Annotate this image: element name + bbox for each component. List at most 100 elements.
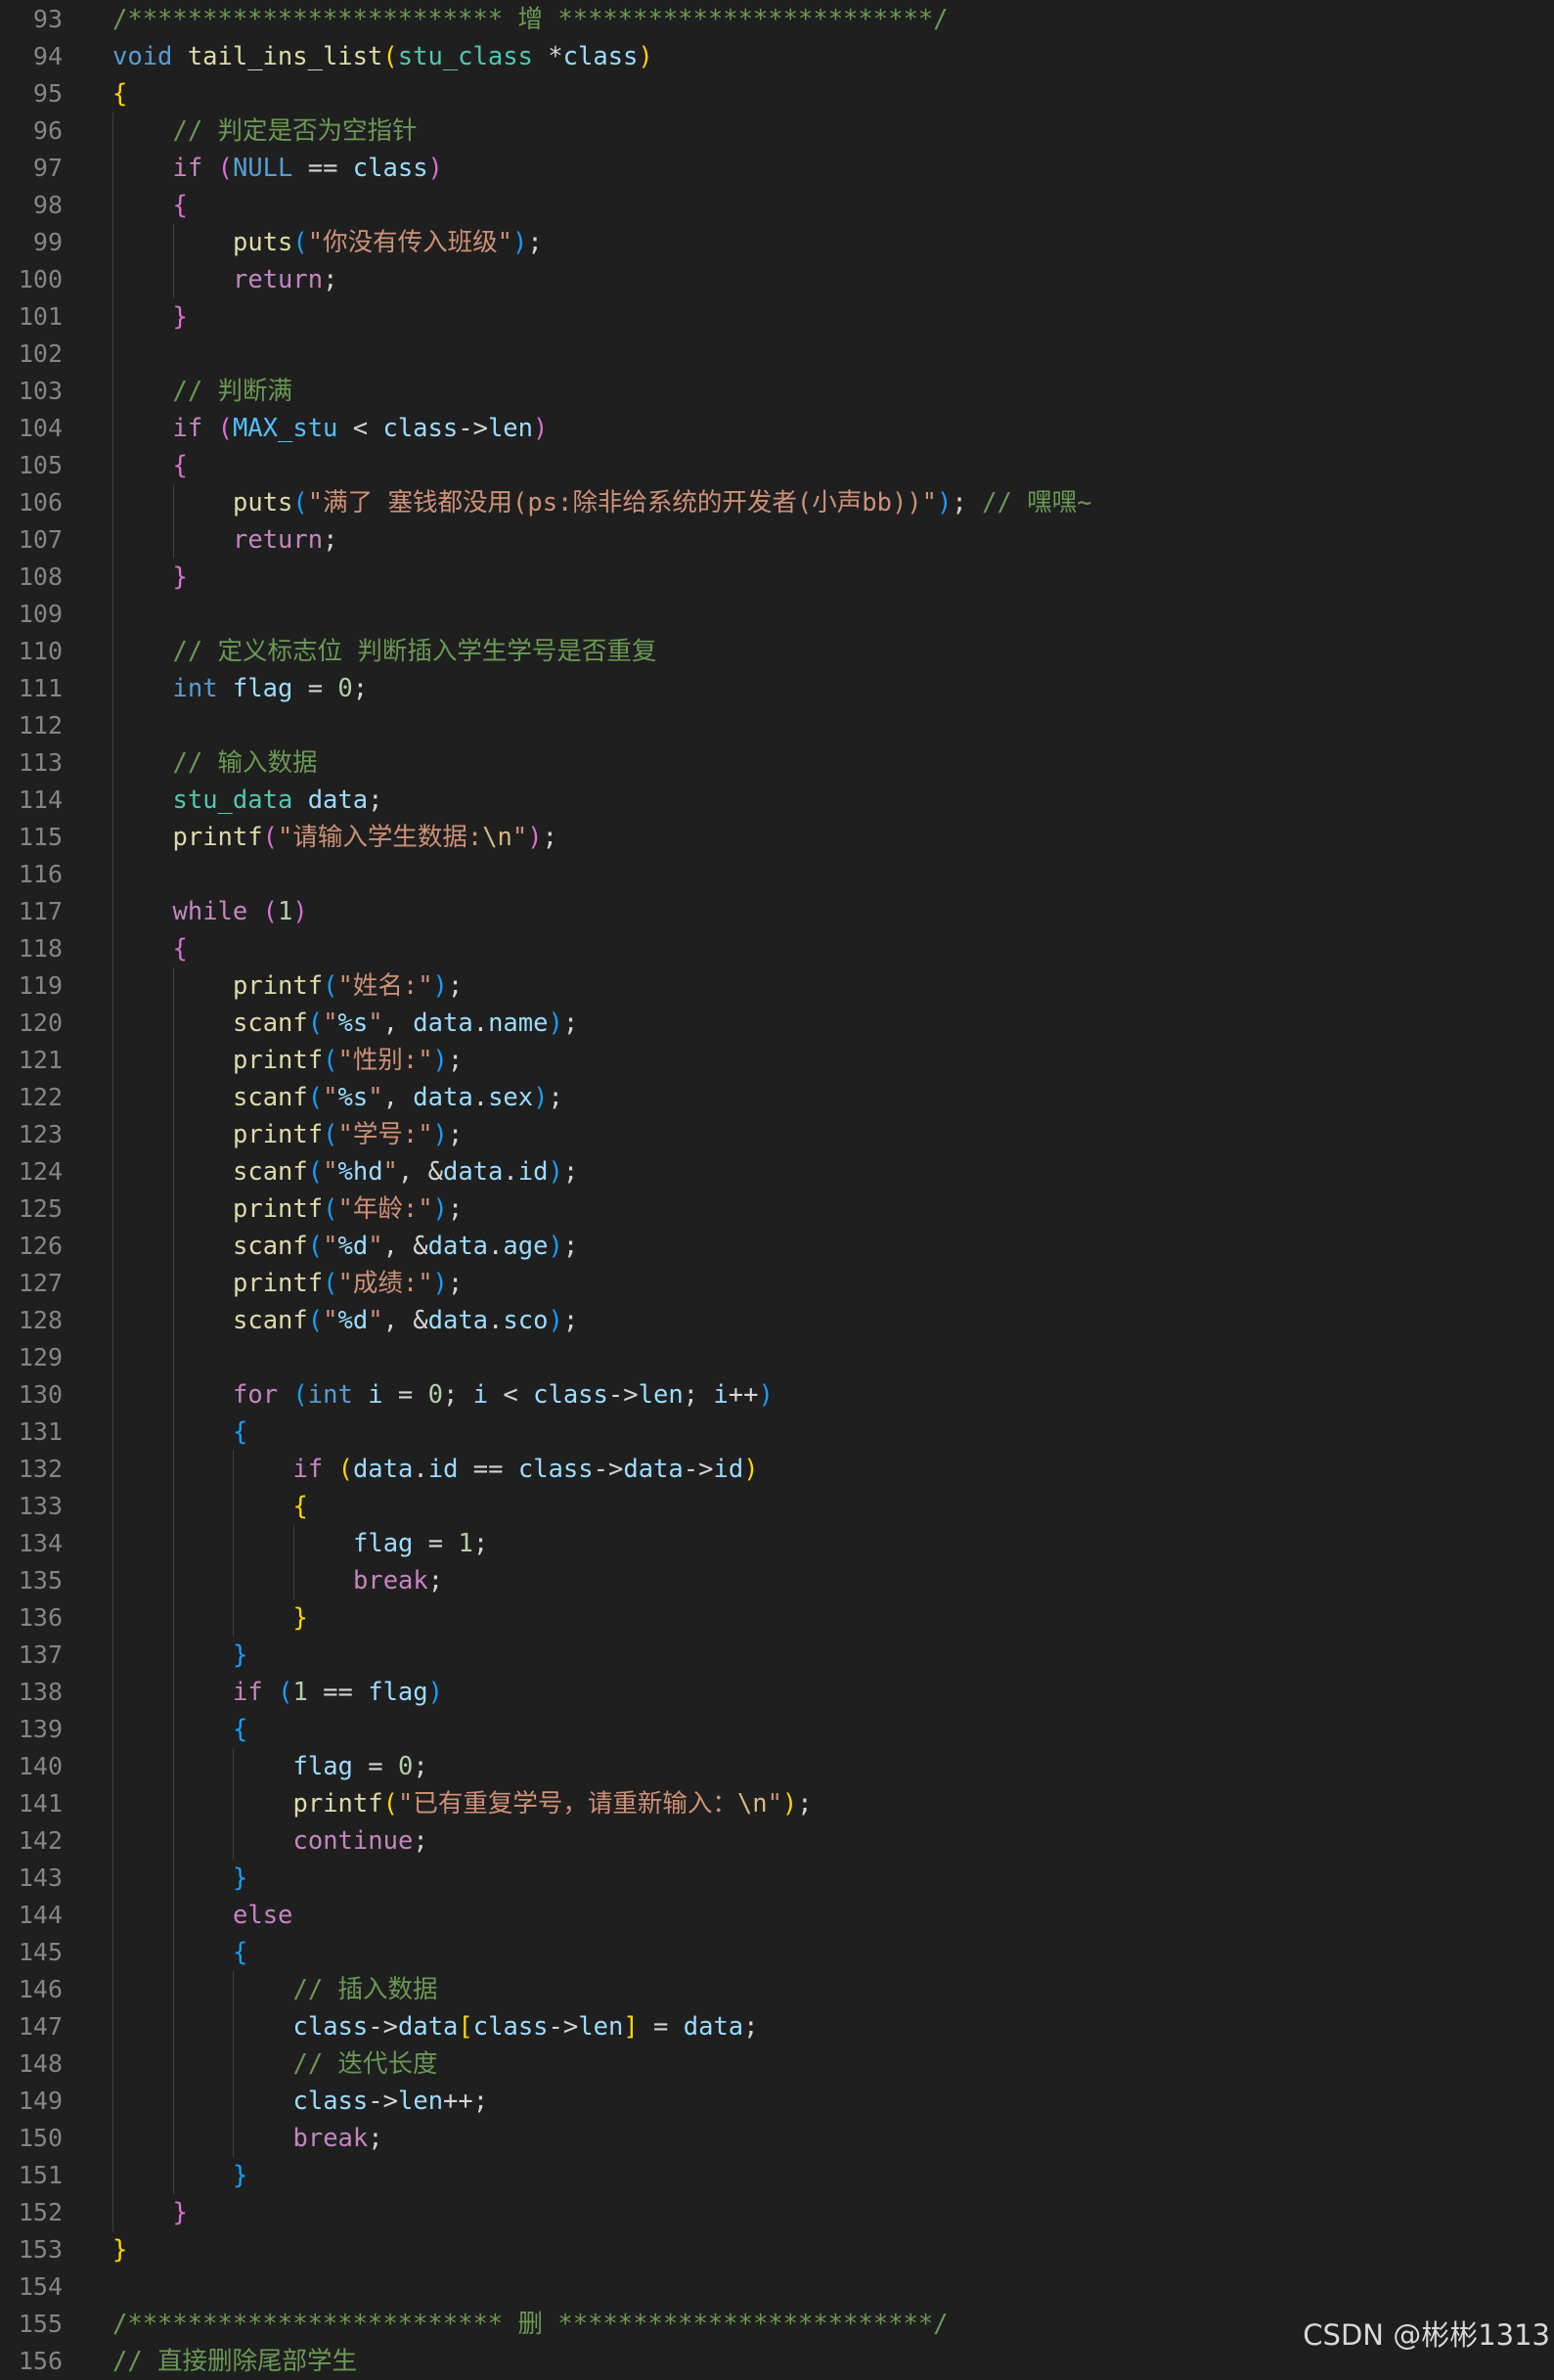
code-token: class	[352, 154, 428, 183]
code-line[interactable]: 102	[0, 336, 1554, 373]
code-text: }	[233, 1860, 247, 1897]
code-line[interactable]: 114 stu_data data;	[0, 782, 1554, 819]
code-token: printf	[233, 1269, 324, 1298]
line-number: 152	[18, 2198, 63, 2226]
code-line[interactable]: 129	[0, 1339, 1554, 1376]
code-token: "	[767, 1789, 782, 1819]
code-line[interactable]: 119 printf("姓名:");	[0, 967, 1554, 1005]
code-text: {	[233, 1934, 247, 1971]
code-line[interactable]: 145 {	[0, 1934, 1554, 1971]
code-line[interactable]: 121 printf("性别:");	[0, 1042, 1554, 1079]
code-line[interactable]: 131 {	[0, 1414, 1554, 1451]
code-line[interactable]: 117 while (1)	[0, 893, 1554, 930]
code-line[interactable]: 153}	[0, 2231, 1554, 2268]
code-token: (	[323, 1194, 338, 1224]
code-line[interactable]: 138 if (1 == flag)	[0, 1674, 1554, 1711]
code-line[interactable]: 126 scanf("%d", &data.age);	[0, 1228, 1554, 1265]
code-line[interactable]: 123 printf("学号:");	[0, 1116, 1554, 1153]
code-line[interactable]: 96 // 判定是否为空指针	[0, 112, 1554, 150]
code-line[interactable]: 109	[0, 596, 1554, 633]
code-line[interactable]: 106 puts("满了 塞钱都没用(ps:除非给系统的开发者(小声bb))");…	[0, 484, 1554, 521]
code-token: 1	[458, 1529, 473, 1558]
code-line[interactable]: 103 // 判断满	[0, 373, 1554, 410]
code-line[interactable]: 100 return;	[0, 261, 1554, 298]
code-line[interactable]: 127 printf("成绩:");	[0, 1265, 1554, 1302]
code-text: {	[233, 1711, 247, 1748]
code-line[interactable]: 104 if (MAX_stu < class->len)	[0, 410, 1554, 447]
code-line[interactable]: 115 printf("请输入学生数据:\n");	[0, 819, 1554, 856]
code-token: (	[323, 1269, 338, 1298]
line-number: 147	[18, 2012, 63, 2041]
code-token: {	[112, 79, 128, 109]
code-token: ->	[458, 414, 488, 443]
code-token: /************************* 删 ***********…	[112, 2310, 949, 2339]
code-token: ->	[683, 1455, 714, 1484]
line-number: 104	[18, 414, 63, 442]
code-token: "	[323, 1083, 338, 1112]
code-token: ;	[413, 1752, 428, 1781]
code-line[interactable]: 125 printf("年龄:");	[0, 1190, 1554, 1228]
code-line[interactable]: 94 void tail_ins_list(stu_class *class)	[0, 38, 1554, 75]
code-token: if	[292, 1455, 324, 1484]
code-token: printf	[172, 823, 263, 852]
code-token: 0	[337, 674, 353, 703]
code-text: // 直接删除尾部学生	[112, 2343, 357, 2380]
code-token: )	[432, 1194, 448, 1224]
code-line[interactable]: 105 {	[0, 447, 1554, 484]
code-editor[interactable]: 93 /************************* 增 *********…	[0, 0, 1554, 2376]
code-token: %s	[337, 1009, 369, 1038]
code-line[interactable]: 116	[0, 856, 1554, 893]
line-number: 132	[18, 1455, 63, 1483]
code-text: }	[173, 2194, 188, 2231]
code-line[interactable]: 139 {	[0, 1711, 1554, 1748]
code-line[interactable]: 143}	[0, 1860, 1554, 1897]
code-token: "请输入学生数据:	[277, 823, 483, 852]
code-text: class->data[class->len] = data;	[293, 2008, 759, 2045]
line-number: 155	[18, 2310, 63, 2338]
code-line[interactable]: 144 else	[0, 1897, 1554, 1934]
code-token: %s	[337, 1083, 369, 1112]
code-token: data	[397, 2012, 459, 2042]
code-line[interactable]: 95 {	[0, 75, 1554, 112]
code-line[interactable]: 154	[0, 2268, 1554, 2306]
code-line[interactable]: 124 scanf("%hd", &data.id);	[0, 1153, 1554, 1190]
code-line[interactable]: 98 {	[0, 187, 1554, 224]
code-token: )	[548, 1232, 563, 1261]
code-line[interactable]: 99 puts("你没有传入班级");	[0, 224, 1554, 261]
code-line[interactable]: 130 for (int i = 0; i < class->len; i++)	[0, 1376, 1554, 1414]
line-number: 145	[18, 1938, 63, 1966]
code-token: else	[233, 1901, 293, 1930]
code-line[interactable]: 151}	[0, 2157, 1554, 2194]
code-line[interactable]: 101}	[0, 298, 1554, 336]
code-token: ==	[292, 154, 353, 183]
code-line[interactable]: 137}	[0, 1637, 1554, 1674]
code-line[interactable]: 128 scanf("%d", &data.sco);	[0, 1302, 1554, 1339]
code-token: flag	[353, 1529, 414, 1558]
line-number: 111	[18, 674, 63, 702]
code-line[interactable]: 110 // 定义标志位 判断插入学生学号是否重复	[0, 633, 1554, 670]
code-token: int	[307, 1380, 353, 1410]
line-number: 124	[18, 1157, 63, 1186]
line-number: 120	[18, 1009, 63, 1037]
code-text: stu_data data;	[173, 782, 383, 819]
code-line[interactable]: 122 scanf("%s", data.sex);	[0, 1079, 1554, 1116]
code-line[interactable]: 108}	[0, 559, 1554, 596]
code-line[interactable]: 118 {	[0, 930, 1554, 967]
code-token: /************************* 增 ***********…	[112, 5, 949, 34]
code-line[interactable]: 93 /************************* 增 *********…	[0, 1, 1554, 38]
code-token: data	[623, 1455, 684, 1484]
code-line[interactable]: 113 // 输入数据	[0, 744, 1554, 782]
indent-guide	[172, 484, 174, 559]
line-number: 148	[18, 2049, 63, 2078]
code-line[interactable]: 107 return;	[0, 521, 1554, 559]
code-line[interactable]: 152}	[0, 2194, 1554, 2231]
code-line[interactable]: 97 if (NULL == class)	[0, 150, 1554, 187]
code-line[interactable]: 120 scanf("%s", data.name);	[0, 1005, 1554, 1042]
line-number: 150	[18, 2124, 63, 2152]
line-number: 113	[18, 748, 63, 777]
code-line[interactable]: 112	[0, 707, 1554, 744]
code-text: if (data.id == class->data->id)	[293, 1451, 759, 1488]
code-token: "性别:"	[337, 1046, 433, 1075]
code-line[interactable]: 111 int flag = 0;	[0, 670, 1554, 707]
